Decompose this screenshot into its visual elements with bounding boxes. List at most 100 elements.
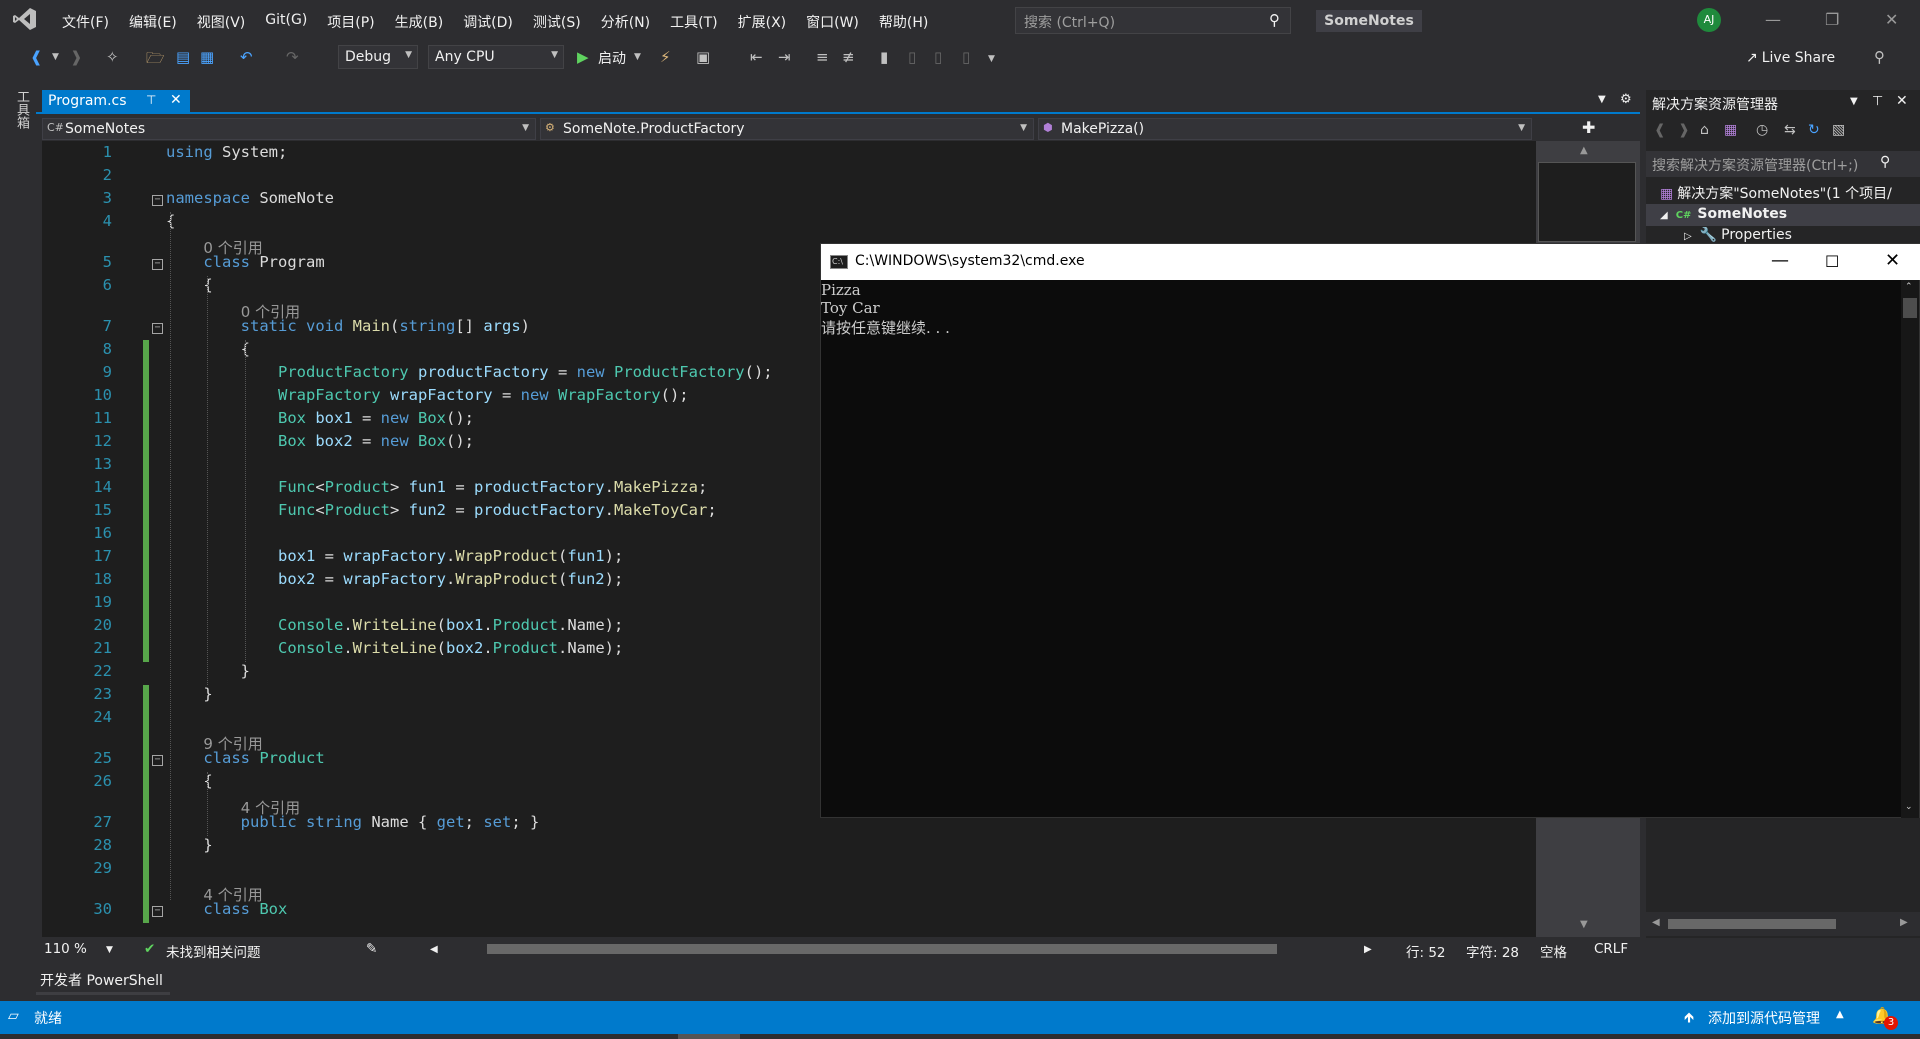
zoom-level[interactable]: 110 % (44, 941, 87, 957)
collapse-region-icon[interactable]: − (152, 195, 163, 206)
pin-icon[interactable]: ⊤ (146, 93, 156, 107)
back-icon[interactable]: ❰ (1654, 122, 1666, 138)
collapse-region-icon[interactable]: − (152, 323, 163, 334)
scroll-up-icon[interactable]: ▲ (1580, 145, 1588, 156)
console-window[interactable]: C:\ C:\WINDOWS\system32\cmd.exe — ☐ ✕ Pi… (820, 243, 1920, 818)
switch-views-icon[interactable]: ▦ (1724, 122, 1737, 138)
menu-item[interactable]: 生成(B) (385, 12, 454, 32)
member-dropdown[interactable]: ⬢ MakePizza() ▼ (1038, 118, 1532, 140)
panel-dropdown-icon[interactable]: ▼ (1850, 96, 1858, 107)
home-icon[interactable]: ⌂ (1700, 122, 1709, 138)
forward-icon[interactable]: ❱ (70, 48, 83, 66)
project-dropdown[interactable]: C# SomeNotes ▼ (42, 118, 536, 140)
browse-icon[interactable]: ▣ (696, 48, 710, 66)
scroll-left-icon[interactable]: ◀ (1652, 917, 1660, 928)
menu-item[interactable]: 扩展(X) (728, 12, 797, 32)
bookmark-icon[interactable]: ▮ (880, 48, 888, 66)
open-folder-icon[interactable]: 🗁 (146, 48, 165, 73)
code-line[interactable]: 29 (42, 859, 1536, 882)
visual-studio-logo-icon[interactable] (12, 6, 38, 32)
back-icon[interactable]: ❰ (30, 48, 43, 66)
next-bookmark-icon[interactable]: ▯ (934, 48, 942, 66)
undo-icon[interactable]: ↶ (240, 48, 253, 66)
step-icon[interactable]: ⇤ (750, 48, 763, 66)
toolbox-tab[interactable]: 工具箱 (12, 90, 31, 129)
hot-reload-icon[interactable]: ⚡ (660, 48, 671, 66)
code-line[interactable]: 30 class Box − (42, 900, 1536, 923)
step-over-icon[interactable]: ⇥ (778, 48, 791, 66)
chevron-up-icon[interactable]: ▲ (1836, 1009, 1844, 1020)
uncomment-icon[interactable]: ≢ (842, 48, 855, 66)
feedback-icon[interactable]: ⚲ (1874, 48, 1885, 66)
restore-icon[interactable]: ❐ (1825, 10, 1839, 29)
solution-hscrollbar[interactable]: ◀ ▶ (1646, 912, 1920, 936)
prev-bookmark-icon[interactable]: ▯ (908, 48, 916, 66)
dropdown-arrow-icon[interactable]: ▼ (52, 52, 59, 62)
clear-bookmarks-icon[interactable]: ▯ (962, 48, 970, 66)
close-panel-icon[interactable]: ✕ (1896, 93, 1908, 109)
platform-select[interactable]: Any CPU ▼ (428, 45, 564, 69)
history-icon[interactable]: ◷ (1756, 122, 1768, 138)
collapse-all-icon[interactable]: ▧ (1832, 122, 1845, 138)
menu-item[interactable]: 窗口(W) (796, 12, 869, 32)
hscroll-thumb[interactable] (1668, 919, 1836, 929)
menu-item[interactable]: 测试(S) (523, 12, 591, 32)
menu-item[interactable]: 项目(P) (317, 12, 384, 32)
console-close-icon[interactable]: ✕ (1885, 250, 1900, 271)
scroll-right-icon[interactable]: ▶ (1364, 944, 1372, 955)
horizontal-scrollbar-thumb[interactable] (487, 944, 1277, 954)
save-icon[interactable]: ▤ (176, 48, 190, 66)
settings-gear-icon[interactable]: ⚙ (1620, 92, 1632, 107)
scroll-down-icon[interactable]: ▼ (1580, 919, 1588, 930)
zoom-dropdown-icon[interactable]: ▼ (106, 945, 113, 955)
start-debug-icon[interactable]: ▶ (577, 48, 589, 66)
scroll-thumb[interactable] (1903, 298, 1917, 318)
sync-icon[interactable]: ⇆ (1784, 122, 1796, 138)
project-node[interactable]: ◢ C# SomeNotes (1660, 206, 1918, 222)
collapse-arrow-icon[interactable]: ▷ (1684, 231, 1692, 242)
developer-powershell-tab[interactable]: 开发者 PowerShell (36, 961, 186, 995)
expand-arrow-icon[interactable]: ◢ (1660, 210, 1668, 221)
console-title-bar[interactable]: C:\ C:\WINDOWS\system32\cmd.exe — ☐ ✕ (821, 244, 1920, 280)
collapse-region-icon[interactable]: − (152, 259, 163, 270)
forward-icon[interactable]: ❱ (1678, 122, 1690, 138)
code-line[interactable]: 3 namespace SomeNote − (42, 189, 1536, 212)
issues-label[interactable]: 未找到相关问题 (166, 941, 261, 961)
close-icon[interactable]: ✕ (1885, 10, 1898, 29)
minimize-icon[interactable]: — (1765, 10, 1781, 29)
properties-node[interactable]: ▷ 🔧 Properties (1684, 227, 1920, 243)
scroll-down-icon[interactable]: ⌄ (1905, 802, 1913, 812)
scroll-left-icon[interactable]: ◀ (430, 944, 438, 955)
menu-item[interactable]: 工具(T) (660, 12, 727, 32)
tab-list-dropdown-icon[interactable]: ▼ (1598, 94, 1606, 105)
line-indicator[interactable]: 行: 52 (1406, 941, 1446, 961)
solution-search-input[interactable]: 搜索解决方案资源管理器(Ctrl+;) ⚲ (1646, 151, 1920, 177)
code-line[interactable]: 2 (42, 166, 1536, 189)
pin-icon[interactable]: ⊤ (1872, 94, 1883, 109)
redo-icon[interactable]: ↷ (286, 48, 299, 66)
close-tab-icon[interactable]: ✕ (170, 92, 182, 108)
menu-item[interactable]: 调试(D) (453, 12, 523, 32)
console-scrollbar[interactable]: ⌃ ⌄ (1901, 280, 1919, 818)
menu-item[interactable]: 文件(F) (52, 12, 119, 32)
code-line[interactable]: 1 using System; (42, 143, 1536, 166)
menu-item[interactable]: 帮助(H) (869, 12, 938, 32)
code-line[interactable]: 28 } (42, 836, 1536, 859)
eol-indicator[interactable]: CRLF (1594, 941, 1628, 957)
tab-program-cs[interactable]: Program.cs ⊤ ✕ (42, 90, 190, 114)
minimap-viewport[interactable] (1538, 162, 1636, 242)
solution-node[interactable]: ▦ 解决方案"SomeNotes"(1 个项目/ (1660, 183, 1918, 203)
toolbar-overflow-icon[interactable]: ▼ (988, 54, 995, 64)
collapse-region-icon[interactable]: − (152, 755, 163, 766)
console-minimize-icon[interactable]: — (1771, 250, 1789, 271)
live-share-button[interactable]: ↗ Live Share (1746, 50, 1835, 66)
char-indicator[interactable]: 字符: 28 (1466, 941, 1519, 961)
save-all-icon[interactable]: ▦ (200, 48, 214, 66)
class-dropdown[interactable]: ⚙ SomeNote.ProductFactory ▼ (540, 118, 1034, 140)
console-maximize-icon[interactable]: ☐ (1825, 252, 1839, 271)
comment-icon[interactable]: ≡ (816, 48, 829, 66)
code-line[interactable]: 4{ (42, 212, 1536, 235)
add-source-control-button[interactable]: 添加到源代码管理 (1708, 1008, 1820, 1028)
global-search-input[interactable]: 搜索 (Ctrl+Q) ⚲ (1015, 7, 1291, 34)
whitespace-indicator[interactable]: 空格 (1540, 941, 1567, 961)
